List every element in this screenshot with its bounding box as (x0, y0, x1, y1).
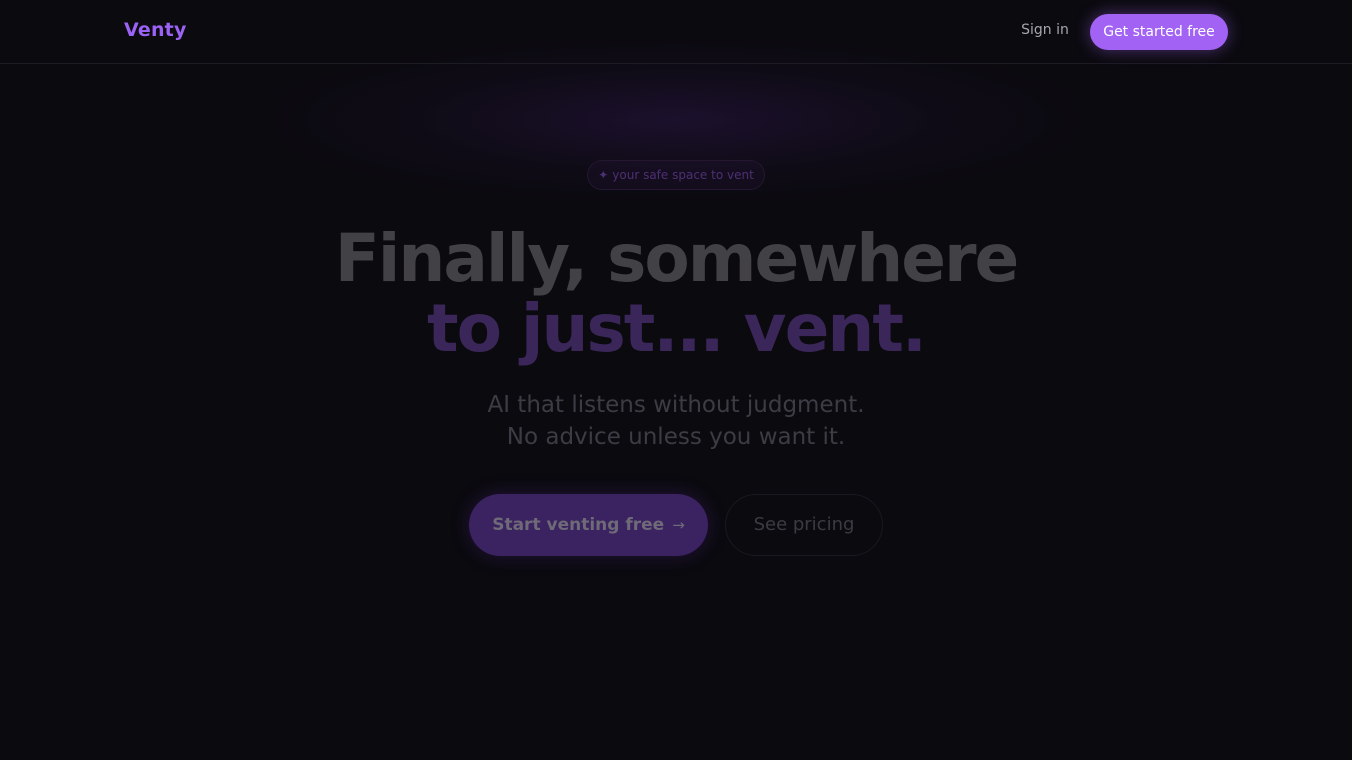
start-venting-label: Start venting free (492, 515, 665, 535)
sparkle-icon: ✦ (598, 168, 609, 182)
hero-subtitle-line2: No advice unless you want it. (506, 424, 846, 450)
hero-headline-line2: to just... vent. (427, 290, 927, 367)
landing-page: Venty Sign in Get started free ✦ your saf… (0, 0, 1352, 760)
start-venting-button[interactable]: Start venting free → (469, 494, 708, 556)
brand-logo[interactable]: Venty (124, 19, 187, 41)
sign-in-link[interactable]: Sign in (1010, 22, 1080, 38)
navbar: Venty Sign in Get started free (0, 0, 1352, 64)
arrow-right-icon: → (672, 516, 685, 534)
hero-headline-line1: Finally, somewhere (334, 220, 1020, 297)
get-started-button[interactable]: Get started free (1090, 14, 1228, 50)
hero-badge: ✦ your safe space to vent (587, 160, 765, 190)
hero-subtitle-line1: AI that listens without judgment. (487, 392, 865, 418)
hero-badge-label: your safe space to vent (612, 168, 754, 182)
see-pricing-button[interactable]: See pricing (725, 494, 883, 556)
